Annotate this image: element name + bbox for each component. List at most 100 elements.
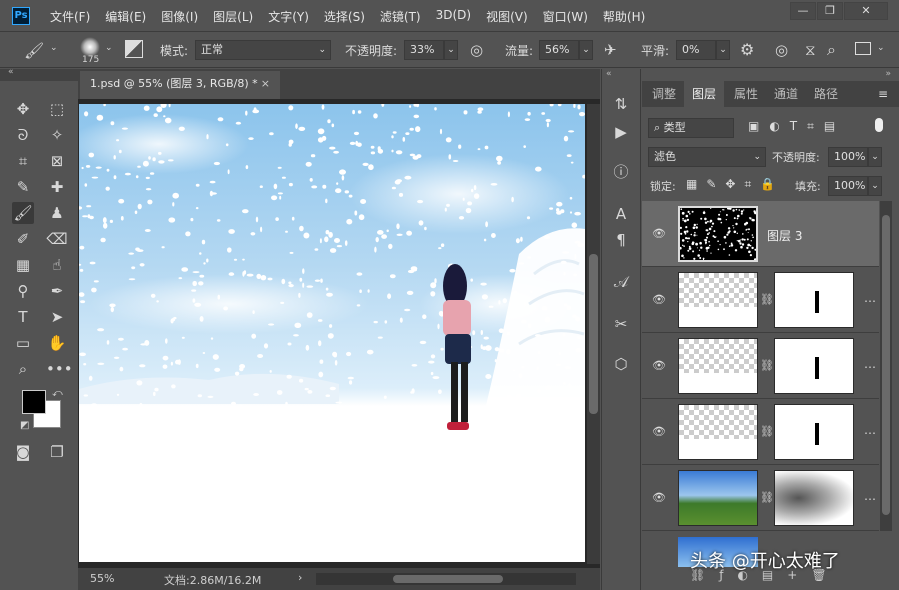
brush-tool-icon[interactable]: 🖌	[12, 202, 34, 224]
layer-name[interactable]: 图层 3	[767, 227, 802, 244]
rectangle-tool-icon[interactable]: ▭	[12, 332, 34, 354]
layer-opacity-input[interactable]: 100%	[828, 147, 868, 167]
more-icon[interactable]: …	[864, 423, 876, 437]
flow-dropdown[interactable]: ⌄	[579, 40, 593, 60]
link-icon[interactable]: ⛓	[760, 491, 774, 504]
layer-row[interactable]: 👁 ⛓ …	[642, 333, 879, 399]
layer-opacity-dropdown[interactable]: ⌄	[868, 147, 882, 167]
layer-row[interactable]: 👁 图层 3	[642, 201, 879, 267]
info-panel-icon[interactable]: ⓘ	[610, 161, 632, 183]
eye-icon[interactable]: 👁	[652, 293, 666, 307]
layer-row[interactable]: 👁 ⛓ …	[642, 267, 879, 333]
menu-item[interactable]: 滤镜(T)	[380, 8, 421, 25]
brush-settings-icon[interactable]	[125, 40, 143, 58]
scrollbar-thumb[interactable]	[882, 215, 890, 515]
chevron-down-icon[interactable]: ⌄	[877, 43, 885, 53]
lock-icons[interactable]: ▦✎✥⌗🔒	[686, 177, 784, 192]
blend-mode-select[interactable]: 滤色 ⌄	[648, 147, 766, 167]
opacity-input[interactable]: 33%	[404, 40, 444, 60]
panel-menu-icon[interactable]: ≡	[878, 81, 888, 107]
link-icon[interactable]: ⛓	[760, 293, 774, 306]
history-brush-icon[interactable]: ✐	[12, 228, 34, 250]
tab-properties[interactable]: 属性	[734, 81, 758, 107]
document-tab[interactable]: 1.psd @ 55% (图层 3, RGB/8) * ×	[80, 71, 280, 99]
flow-input[interactable]: 56%	[539, 40, 579, 60]
close-tab-icon[interactable]: ×	[261, 71, 270, 97]
menu-item[interactable]: 编辑(E)	[105, 8, 146, 25]
eraser-icon[interactable]: ⌫	[46, 228, 68, 250]
fill-input[interactable]: 100%	[828, 176, 868, 196]
frame-tool-icon[interactable]: ⊠	[46, 150, 68, 172]
more-tools-icon[interactable]: •••	[46, 358, 73, 380]
screen-mode-icon[interactable]: ❐	[46, 441, 68, 463]
more-icon[interactable]: …	[864, 291, 876, 305]
layer-row[interactable]: 👁 ⛓ …	[642, 399, 879, 465]
tab-channels[interactable]: 通道	[774, 81, 798, 107]
link-icon[interactable]: ⛓	[760, 425, 774, 438]
glyphs-panel-icon[interactable]: 𝒜	[610, 271, 632, 293]
zoom-tool-icon[interactable]: ⌕	[12, 358, 34, 380]
status-arrow-icon[interactable]: ›	[298, 571, 302, 584]
scrollbar-thumb[interactable]	[589, 254, 598, 414]
chevron-down-icon[interactable]: ⌄	[105, 43, 113, 53]
menu-item[interactable]: 窗口(W)	[543, 8, 588, 25]
gear-icon[interactable]: ⚙	[740, 40, 754, 59]
paragraph-panel-icon[interactable]: ¶	[610, 229, 632, 251]
default-colors-icon[interactable]: ◩	[20, 420, 29, 431]
path-select-icon[interactable]: ➤	[46, 306, 68, 328]
swap-colors-icon[interactable]: ⤺	[52, 388, 63, 399]
horizontal-scrollbar[interactable]	[316, 573, 576, 585]
pen-tool-icon[interactable]: ✒	[46, 280, 68, 302]
eye-icon[interactable]: 👁	[652, 425, 666, 439]
mode-select[interactable]: 正常 ⌄	[195, 40, 331, 60]
stamp-tool-icon[interactable]: ♟	[46, 202, 68, 224]
eye-icon[interactable]: 👁	[652, 359, 666, 373]
layer-filter-icons[interactable]: ▣◐T⌗▤	[748, 119, 845, 134]
close-button[interactable]: ✕	[844, 2, 888, 20]
quick-mask-icon[interactable]: ◙	[12, 441, 34, 463]
eyedropper-icon[interactable]: ✎	[12, 176, 34, 198]
healing-brush-icon[interactable]: ✚	[46, 176, 68, 198]
more-icon[interactable]: …	[864, 489, 876, 503]
character-panel-icon[interactable]: A	[610, 203, 632, 225]
collapse-icon[interactable]: »	[885, 69, 891, 79]
layer-filter-select[interactable]: ⌕ 类型	[648, 118, 734, 138]
history-panel-icon[interactable]: ⇅	[610, 93, 632, 115]
type-tool-icon[interactable]: T	[12, 306, 34, 328]
tools-preset-icon[interactable]: ✂	[610, 313, 632, 335]
layers-scrollbar[interactable]	[880, 201, 892, 531]
airbrush-icon[interactable]: ✈	[604, 41, 617, 59]
smooth-input[interactable]: 0%	[676, 40, 716, 60]
lasso-tool-icon[interactable]: ᘐ	[12, 124, 34, 146]
collapse-icon[interactable]: «	[606, 69, 612, 79]
hand-tool-icon[interactable]: ✋	[46, 332, 68, 354]
layer-row[interactable]: 👁 ⛓ …	[642, 465, 879, 531]
menu-item[interactable]: 选择(S)	[324, 8, 365, 25]
menu-item[interactable]: 文字(Y)	[268, 8, 309, 25]
foreground-color-swatch[interactable]	[22, 390, 46, 414]
menu-item[interactable]: 图层(L)	[213, 8, 253, 25]
eye-icon[interactable]: 👁	[652, 227, 666, 241]
minimize-button[interactable]: —	[790, 2, 816, 20]
tab-layers[interactable]: 图层	[684, 81, 725, 107]
menu-item[interactable]: 图像(I)	[161, 8, 198, 25]
pressure-opacity-icon[interactable]: ◎	[470, 41, 483, 59]
3d-panel-icon[interactable]: ⬡	[610, 353, 632, 375]
collapse-icon[interactable]: «	[8, 67, 14, 77]
eye-icon[interactable]: 👁	[652, 491, 666, 505]
more-icon[interactable]: …	[864, 357, 876, 371]
menu-item[interactable]: 文件(F)	[50, 8, 90, 25]
workspace-icon[interactable]	[855, 42, 871, 55]
link-icon[interactable]: ⛓	[760, 359, 774, 372]
pressure-size-icon[interactable]: ◎	[775, 41, 788, 59]
document-canvas[interactable]	[79, 104, 585, 562]
move-tool-icon[interactable]: ✥	[12, 98, 34, 120]
menu-item[interactable]: 3D(D)	[436, 8, 471, 25]
restore-button[interactable]: ❐	[817, 2, 843, 20]
tab-paths[interactable]: 路径	[814, 81, 838, 107]
search-icon[interactable]: ⌕	[827, 40, 836, 60]
actions-panel-icon[interactable]: ▶	[610, 121, 632, 143]
gradient-tool-icon[interactable]: ▦	[12, 254, 34, 276]
zoom-level[interactable]: 55%	[90, 572, 114, 585]
dodge-tool-icon[interactable]: ⚲	[12, 280, 34, 302]
